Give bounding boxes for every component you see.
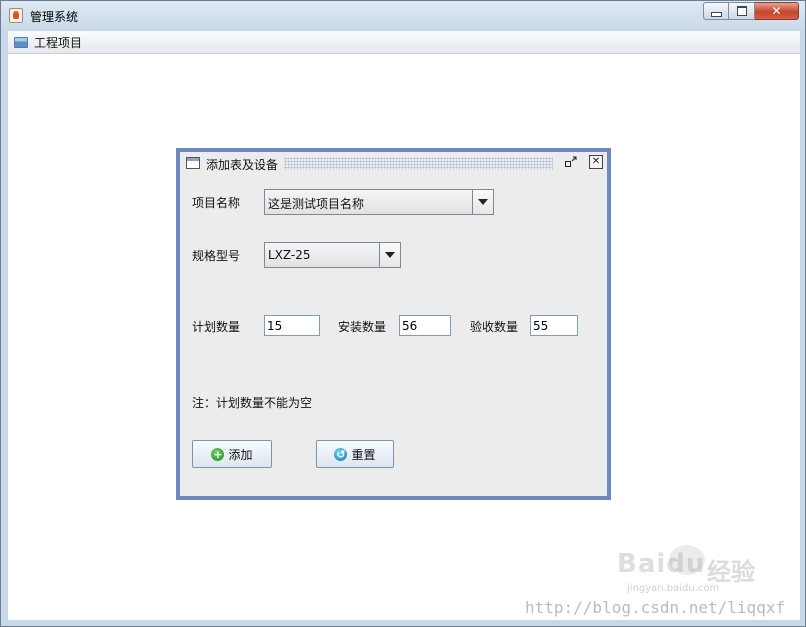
watermark-url: http://blog.csdn.net/liqqxf — [525, 598, 786, 617]
add-button-label: 添加 — [228, 447, 253, 462]
watermark-jingyan: 经验 — [707, 558, 755, 586]
titlebar-grip — [284, 157, 553, 170]
project-name-combo[interactable]: 这是测试项目名称 — [264, 189, 494, 215]
add-button[interactable]: + 添加 — [192, 440, 272, 468]
minimize-button[interactable] — [703, 2, 729, 20]
desktop-pane: 添加表及设备 ✕ 项目名称 这是测试项目名称 规格型号 LXZ-25 计划数量 … — [8, 54, 800, 620]
java-cup-icon — [9, 8, 23, 23]
restore-icon — [565, 156, 577, 167]
close-icon: ✕ — [771, 4, 782, 18]
dialog-title: 添加表及设备 — [206, 158, 279, 172]
main-window: 管理系统 ✕ 工程项目 添加表及设备 ✕ 项目名称 这是测试项目名称 规格型号 … — [0, 0, 806, 627]
accepted-qty-input[interactable] — [530, 315, 578, 336]
project-name-value: 这是测试项目名称 — [268, 197, 365, 211]
planned-qty-input[interactable] — [264, 315, 320, 336]
dialog-body: 项目名称 这是测试项目名称 规格型号 LXZ-25 计划数量 安装数量 验收数量… — [180, 176, 607, 496]
validation-note: 注：计划数量不能为空 — [192, 396, 313, 410]
minimize-icon — [710, 11, 722, 17]
menu-item-project[interactable]: 工程项目 — [14, 34, 82, 51]
planned-qty-label: 计划数量 — [192, 320, 241, 334]
installed-qty-input[interactable] — [399, 315, 451, 336]
menu-bar: 工程项目 — [8, 31, 800, 54]
model-combo[interactable]: LXZ-25 — [264, 242, 401, 268]
maximize-button[interactable] — [729, 2, 755, 20]
chevron-down-icon[interactable] — [472, 190, 493, 214]
project-name-label: 项目名称 — [192, 196, 241, 210]
menu-item-label: 工程项目 — [34, 36, 83, 50]
restore-button[interactable] — [564, 155, 578, 169]
reset-icon: ↺ — [334, 447, 348, 461]
installed-qty-label: 安装数量 — [338, 320, 387, 334]
window-title: 管理系统 — [30, 10, 79, 24]
add-equipment-dialog: 添加表及设备 ✕ 项目名称 这是测试项目名称 规格型号 LXZ-25 计划数量 … — [176, 148, 611, 500]
menu-list-icon — [14, 37, 28, 48]
close-icon: ✕ — [591, 156, 601, 167]
model-label: 规格型号 — [192, 249, 241, 263]
close-button[interactable]: ✕ — [755, 2, 799, 20]
watermark-subtitle: jingyan.baidu.com — [627, 583, 720, 594]
reset-button-label: 重置 — [351, 447, 376, 462]
watermark-brand: Baidu — [617, 549, 706, 579]
reset-button[interactable]: ↺ 重置 — [316, 440, 394, 468]
plus-icon: + — [211, 447, 225, 461]
dialog-titlebar[interactable]: 添加表及设备 ✕ — [180, 152, 607, 176]
model-value: LXZ-25 — [268, 248, 311, 262]
frame-icon — [186, 157, 200, 169]
accepted-qty-label: 验收数量 — [470, 320, 519, 334]
dialog-close-button[interactable]: ✕ — [589, 155, 603, 169]
window-controls: ✕ — [703, 2, 799, 20]
chevron-down-icon[interactable] — [379, 243, 400, 267]
maximize-icon — [736, 6, 747, 16]
window-titlebar[interactable]: 管理系统 ✕ — [1, 1, 805, 31]
